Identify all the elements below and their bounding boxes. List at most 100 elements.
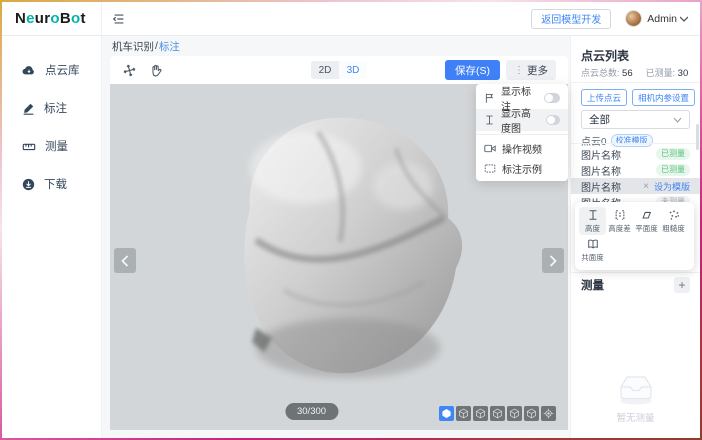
sidebar-item-pointcloud-library[interactable]: 点云库 bbox=[2, 58, 101, 82]
chevron-left-icon bbox=[121, 255, 129, 267]
breadcrumb-separator: / bbox=[155, 40, 158, 52]
breadcrumb-section[interactable]: 机车识别 bbox=[112, 39, 154, 54]
back-to-model-dev-button[interactable]: 返回模型开发 bbox=[531, 9, 611, 29]
empty-box-icon bbox=[614, 370, 658, 406]
sidebar-item-download[interactable]: 下载 bbox=[2, 172, 101, 196]
main-area: 机车识别 / 标注 2D 3D 保存(S) ⋮ bbox=[102, 36, 570, 438]
prev-image-button[interactable] bbox=[114, 248, 136, 273]
measure-tools-popup: 高度 高度差 平面度 粗糙度 共面度 bbox=[575, 202, 694, 270]
download-icon bbox=[22, 178, 35, 191]
status-badge: 已测量 bbox=[656, 148, 690, 160]
tool-label: 高度 bbox=[585, 223, 600, 234]
user-name[interactable]: Admin bbox=[647, 13, 677, 25]
menu-item-tutorial-video[interactable]: 操作视频 bbox=[476, 138, 568, 158]
image-name: 图片名称 bbox=[581, 163, 621, 178]
hand-pan-icon[interactable] bbox=[149, 63, 163, 78]
list-item[interactable]: 图片名称 已测量 bbox=[571, 146, 700, 162]
viewer-toolbar: 2D 3D 保存(S) ⋮ 更多 bbox=[110, 56, 568, 84]
mode-2d-button[interactable]: 2D bbox=[311, 61, 339, 79]
add-measure-button[interactable]: + bbox=[674, 277, 690, 293]
view-orientation-buttons bbox=[439, 406, 556, 421]
sidebar-item-label: 下载 bbox=[44, 176, 67, 192]
list-scrollbar[interactable] bbox=[696, 124, 699, 150]
sidebar-item-annotation[interactable]: 标注 bbox=[2, 96, 101, 120]
panel-buttons-row: 上传点云 相机内参设置 bbox=[581, 89, 695, 106]
filter-select[interactable]: 全部 bbox=[581, 110, 690, 129]
flag-icon bbox=[484, 92, 495, 104]
show-annotations-toggle[interactable] bbox=[544, 93, 560, 103]
chevron-right-icon bbox=[549, 255, 557, 267]
next-image-button[interactable] bbox=[542, 248, 564, 273]
tool-flatness[interactable]: 平面度 bbox=[633, 207, 660, 235]
move-tool-icon[interactable] bbox=[122, 63, 137, 78]
cloud-icon bbox=[22, 64, 36, 76]
flatness-icon bbox=[640, 209, 653, 221]
height-ibeam-icon bbox=[587, 209, 599, 221]
menu-item-show-heightmap[interactable]: 显示高度图 bbox=[476, 109, 568, 131]
tool-coplanarity[interactable]: 共面度 bbox=[579, 236, 606, 264]
measured-label: 已测量: bbox=[646, 68, 676, 78]
image-list: 图片名称 已测量 图片名称 已测量 图片名称 × 设为模版 图片名称 未测量 bbox=[571, 146, 700, 210]
sidebar-item-label: 测量 bbox=[45, 138, 68, 154]
kebab-dots-icon: ⋮ bbox=[514, 65, 524, 76]
list-item-selected[interactable]: 图片名称 × 设为模版 bbox=[571, 178, 700, 194]
avatar[interactable] bbox=[625, 10, 642, 27]
locate-icon[interactable] bbox=[541, 406, 556, 421]
breadcrumb: 机车识别 / 标注 bbox=[102, 36, 570, 56]
panel-divider bbox=[571, 272, 700, 273]
cube-view-icon[interactable] bbox=[473, 406, 488, 421]
sidebar-item-measure[interactable]: 测量 bbox=[2, 134, 101, 158]
ruler-icon bbox=[22, 140, 36, 153]
sidebar: 点云库 标注 测量 下载 bbox=[2, 36, 102, 438]
more-button-label: 更多 bbox=[527, 63, 548, 78]
save-button[interactable]: 保存(S) bbox=[445, 60, 500, 80]
sidebar-item-label: 点云库 bbox=[45, 62, 80, 78]
menu-item-annotation-example[interactable]: 标注示例 bbox=[476, 158, 568, 178]
close-icon[interactable]: × bbox=[643, 181, 649, 192]
image-name: 图片名称 bbox=[581, 179, 621, 194]
measure-section-title: 测量 bbox=[581, 277, 604, 293]
pointcloud-list-panel: 点云列表 点云总数: 56 已测量: 30 上传点云 相机内参设置 全部 点云0… bbox=[570, 36, 700, 438]
chevron-down-icon[interactable] bbox=[680, 13, 688, 25]
empty-state-text: 暂无测量 bbox=[616, 410, 654, 424]
cube-iso-icon[interactable] bbox=[439, 406, 454, 421]
collapse-sidebar-icon[interactable] bbox=[112, 12, 126, 26]
upload-pointcloud-button[interactable]: 上传点云 bbox=[581, 89, 627, 106]
cube-view-icon[interactable] bbox=[507, 406, 522, 421]
panel-title: 点云列表 bbox=[581, 47, 629, 64]
tool-height[interactable]: 高度 bbox=[579, 207, 606, 235]
pen-icon bbox=[22, 102, 35, 115]
tool-height-difference[interactable]: 高度差 bbox=[606, 207, 633, 235]
sidebar-item-label: 标注 bbox=[44, 100, 67, 116]
app-window: NeuroBot 返回模型开发 Admin 点云库 标注 测量 下载 bbox=[2, 2, 700, 438]
cube-view-icon[interactable] bbox=[490, 406, 505, 421]
more-dropdown-menu: 显示标注 显示高度图 操作视频 标注示例 bbox=[476, 84, 568, 181]
view-mode-segmented-control: 2D 3D bbox=[311, 61, 367, 79]
height-diff-icon bbox=[614, 209, 626, 221]
more-button[interactable]: ⋮ 更多 bbox=[506, 60, 556, 80]
tool-roughness[interactable]: 粗糙度 bbox=[660, 207, 687, 235]
filter-selected-value: 全部 bbox=[589, 112, 610, 127]
show-heightmap-toggle[interactable] bbox=[546, 115, 560, 125]
height-map-icon bbox=[484, 114, 495, 126]
chevron-down-icon bbox=[673, 117, 682, 123]
status-badge: 已测量 bbox=[656, 164, 690, 176]
panel-divider bbox=[571, 143, 700, 144]
camera-intrinsics-button[interactable]: 相机内参设置 bbox=[632, 89, 695, 106]
panel-divider bbox=[571, 82, 700, 83]
app-logo: NeuroBot bbox=[15, 10, 86, 27]
menu-item-label: 标注示例 bbox=[502, 161, 542, 176]
toolbar-right-group: 保存(S) ⋮ 更多 bbox=[445, 60, 556, 80]
measure-section-header: 测量 + bbox=[581, 276, 690, 294]
total-value: 56 bbox=[622, 68, 633, 79]
mode-3d-button[interactable]: 3D bbox=[339, 61, 367, 79]
tooth-model bbox=[198, 90, 478, 390]
set-as-template-link[interactable]: 设为模版 bbox=[654, 180, 690, 193]
example-icon bbox=[484, 163, 496, 174]
pointcloud-stats: 点云总数: 56 已测量: 30 bbox=[581, 66, 688, 79]
video-icon bbox=[484, 143, 496, 154]
list-item[interactable]: 图片名称 已测量 bbox=[571, 162, 700, 178]
measured-value: 30 bbox=[678, 68, 689, 79]
cube-view-icon[interactable] bbox=[456, 406, 471, 421]
cube-view-icon[interactable] bbox=[524, 406, 539, 421]
